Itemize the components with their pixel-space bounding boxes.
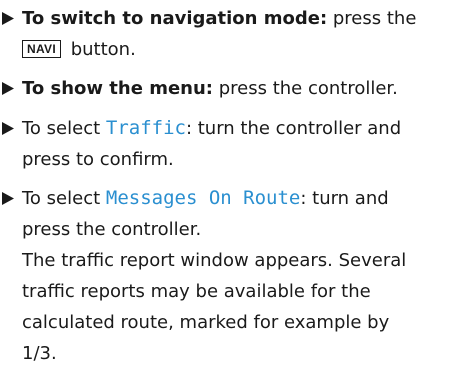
step-text: press the	[327, 8, 417, 29]
navi-key-label: NAVI	[22, 40, 61, 58]
step-text-cont: button.	[64, 39, 136, 60]
menu-item-traffic: Traffic	[105, 117, 186, 139]
step-suffix: : turn the controller and	[185, 118, 402, 139]
result-line: calculated route, marked for example by	[22, 312, 390, 333]
result-line: 1/3.	[22, 343, 57, 364]
step-text-cont: press the controller.	[22, 219, 202, 240]
step-text: press the controller.	[213, 78, 398, 99]
bullet-triangle-icon	[1, 73, 17, 104]
step-prefix: To select	[22, 118, 106, 139]
bullet-triangle-icon	[1, 183, 17, 214]
step-lead: To show the menu:	[22, 78, 213, 99]
step-text-cont: press to confirm.	[22, 149, 174, 170]
instruction-page: To switch to navigation mode: press the …	[0, 0, 462, 364]
bullet-triangle-icon	[1, 3, 17, 34]
result-line: The traffic report window appears. Sever…	[22, 250, 407, 271]
step-lead: To switch to navigation mode:	[22, 8, 328, 29]
step-prefix: To select	[22, 188, 106, 209]
menu-item-messages-on-route: Messages On Route	[105, 187, 301, 209]
result-line: traffic reports may be available for the	[22, 281, 371, 302]
step-suffix: : turn and	[300, 188, 389, 209]
bullet-triangle-icon	[1, 113, 17, 144]
